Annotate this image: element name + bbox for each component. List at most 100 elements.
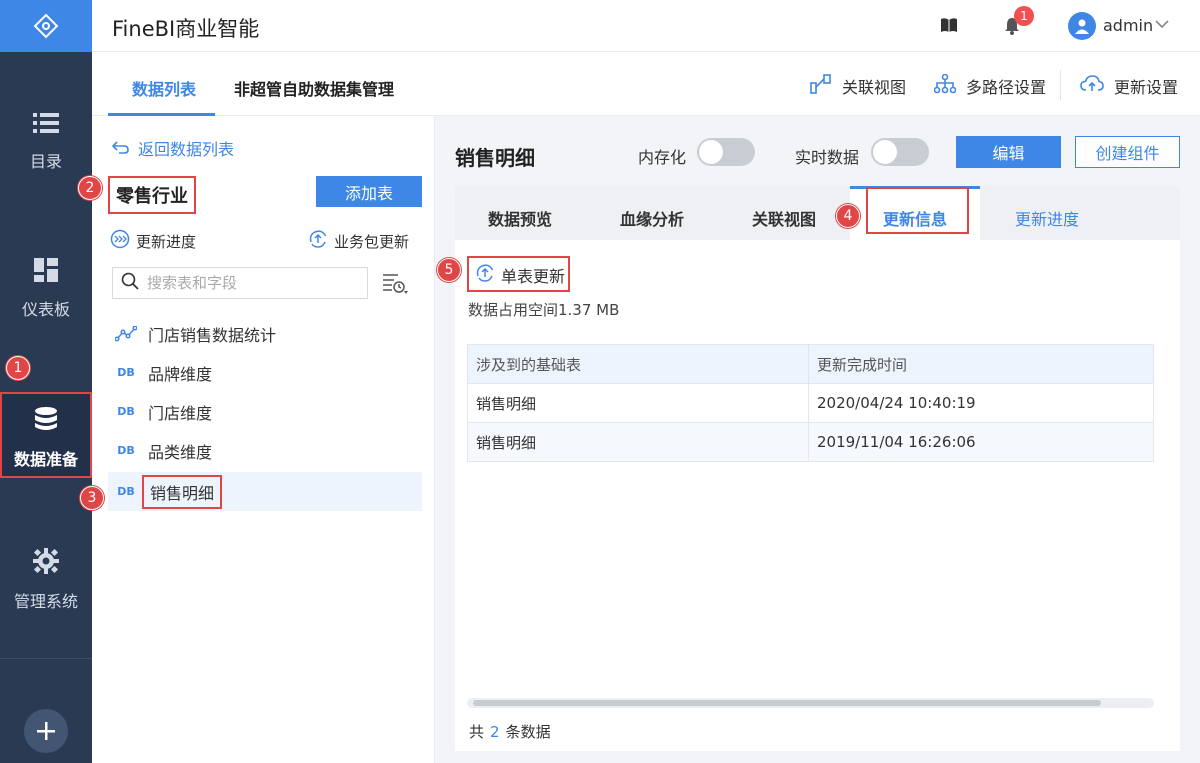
- record-count: 共 2 条数据: [469, 721, 551, 742]
- create-component-button[interactable]: 创建组件: [1075, 136, 1180, 168]
- multipath-settings-button[interactable]: 多路径设置: [933, 73, 1047, 98]
- detail-title: 销售明细: [455, 146, 535, 170]
- table-item-label: 门店维度: [148, 403, 213, 423]
- app-logo-icon[interactable]: [0, 0, 92, 52]
- table-list-panel: 返回数据列表 零售行业 添加表 更新进度 业务包更新 门店销售数据统计 DB 品…: [92, 116, 434, 763]
- update-settings-label: 更新设置: [1114, 78, 1179, 97]
- rail-item-label: 数据准备: [13, 450, 78, 469]
- update-progress-button[interactable]: 更新进度: [110, 229, 196, 253]
- step-badge: 2: [78, 176, 102, 200]
- chevron-down-icon[interactable]: [1154, 16, 1170, 34]
- tab-update-progress[interactable]: 更新进度: [1015, 206, 1079, 230]
- add-button[interactable]: [24, 709, 68, 753]
- user-name[interactable]: admin: [1103, 16, 1153, 35]
- dashboard-icon: [34, 258, 58, 286]
- progress-icon: [110, 229, 130, 253]
- table-item-label: 品类维度: [148, 442, 213, 462]
- detail-tabs: 数据预览 血缘分析 关联视图 更新信息 更新进度: [455, 186, 1180, 240]
- table-row: 销售明细 2019/11/04 16:26:06: [467, 422, 1154, 462]
- table-detail-panel: 销售明细 内存化 实时数据 编辑 创建组件 数据预览 血缘分析 关联视图 更新信…: [435, 116, 1200, 763]
- db-badge: DB: [117, 444, 135, 457]
- tab-relation-view[interactable]: 关联视图: [752, 206, 816, 230]
- highlight-box: [866, 187, 969, 234]
- detail-card: 数据预览 血缘分析 关联视图 更新信息 更新进度 单表更新 数据占用空间1.37…: [455, 186, 1180, 751]
- tab-data-list[interactable]: 数据列表: [132, 76, 196, 100]
- search-box[interactable]: [112, 267, 368, 299]
- avatar[interactable]: [1068, 12, 1096, 40]
- db-table-icon: DB: [112, 365, 140, 380]
- column-header: 更新完成时间: [808, 344, 1154, 384]
- add-table-button[interactable]: 添加表: [316, 176, 422, 207]
- db-table-icon: DB: [112, 443, 140, 458]
- table-cell: 2019/11/04 16:26:06: [808, 422, 1154, 462]
- plus-icon: [37, 722, 55, 740]
- package-update-label: 业务包更新: [334, 232, 410, 251]
- gear-icon: [33, 548, 59, 578]
- relation-view-button[interactable]: 关联视图: [810, 74, 906, 98]
- app-header: FineBI商业智能 1 admin: [92, 0, 1200, 52]
- count-prefix: 共: [469, 723, 485, 741]
- table-item-category-dim[interactable]: DB 品类维度: [108, 431, 422, 470]
- realtime-toggle[interactable]: [871, 138, 929, 166]
- multipath-settings-label: 多路径设置: [966, 78, 1047, 97]
- rail-item-admin[interactable]: 管理系统: [0, 548, 92, 612]
- memory-toggle[interactable]: [697, 138, 755, 166]
- table-item-store-dim[interactable]: DB 门店维度: [108, 392, 422, 431]
- package-title: 零售行业: [108, 176, 196, 214]
- table-item-label: 门店销售数据统计: [148, 325, 277, 345]
- table-item-store-sales-stats[interactable]: 门店销售数据统计: [108, 314, 422, 353]
- tab-lineage[interactable]: 血缘分析: [620, 206, 684, 230]
- horizontal-scrollbar[interactable]: [467, 698, 1154, 708]
- edit-button[interactable]: 编辑: [956, 136, 1061, 168]
- memory-toggle-label: 内存化: [638, 148, 687, 167]
- update-settings-button[interactable]: 更新设置: [1080, 74, 1178, 98]
- hierarchy-icon: [933, 73, 957, 98]
- rail-item-label: 管理系统: [13, 592, 78, 611]
- storage-size-text: 数据占用空间1.37 MB: [468, 301, 620, 319]
- upload-circle-icon: [308, 229, 328, 253]
- book-icon[interactable]: [940, 17, 958, 37]
- back-to-list-link[interactable]: 返回数据列表: [111, 136, 235, 160]
- table-header-row: 涉及到的基础表 更新完成时间: [467, 344, 1154, 384]
- search-input[interactable]: [147, 274, 357, 292]
- table-item-brand-dim[interactable]: DB 品牌维度: [108, 353, 422, 392]
- step-badge: 1: [6, 356, 30, 380]
- update-progress-label: 更新进度: [136, 232, 197, 251]
- table-item-label: 品牌维度: [148, 364, 213, 384]
- column-header: 涉及到的基础表: [467, 344, 809, 384]
- rail-item-label: 仪表板: [21, 300, 70, 319]
- db-badge: DB: [117, 405, 135, 418]
- list-icon: [33, 112, 59, 138]
- rail-divider: [0, 658, 92, 659]
- top-toolbar: 数据列表 非超管自助数据集管理 关联视图 多路径设置 更新设置: [92, 52, 1200, 116]
- scrollbar-thumb[interactable]: [473, 700, 1101, 706]
- rail-item-dashboard[interactable]: 仪表板: [0, 258, 92, 320]
- count-value: 2: [490, 723, 500, 741]
- step-badge: 5: [437, 258, 461, 282]
- analysis-dataset-icon: [112, 325, 140, 342]
- realtime-toggle-label: 实时数据: [795, 148, 860, 167]
- table-cell: 销售明细: [467, 422, 809, 462]
- app-title: FineBI商业智能: [112, 17, 260, 41]
- notification-badge: 1: [1014, 6, 1034, 26]
- tab-self-service-datasets[interactable]: 非超管自助数据集管理: [234, 76, 394, 100]
- db-badge: DB: [117, 366, 135, 379]
- database-icon: [33, 406, 59, 436]
- db-badge: DB: [117, 485, 135, 498]
- left-rail: 目录 仪表板 数据准备 管理系统: [0, 0, 92, 763]
- package-update-button[interactable]: 业务包更新: [308, 229, 409, 253]
- table-item-label: 销售明细: [142, 474, 223, 509]
- relation-icon: [810, 74, 832, 98]
- table-cell: 销售明细: [467, 383, 809, 423]
- rail-item-data-prep[interactable]: 数据准备: [0, 392, 92, 478]
- rail-item-label: 目录: [29, 152, 62, 171]
- step-badge: 3: [80, 486, 104, 510]
- table-item-sales-detail[interactable]: DB 销售明细: [108, 472, 422, 511]
- table-cell: 2020/04/24 10:40:19: [808, 383, 1154, 423]
- back-label: 返回数据列表: [138, 140, 235, 159]
- rail-item-catalog[interactable]: 目录: [0, 112, 92, 172]
- filter-sort-icon[interactable]: [382, 272, 408, 298]
- step-badge: 4: [836, 204, 860, 228]
- toolbar-divider: [1060, 70, 1061, 100]
- tab-data-preview[interactable]: 数据预览: [488, 206, 552, 230]
